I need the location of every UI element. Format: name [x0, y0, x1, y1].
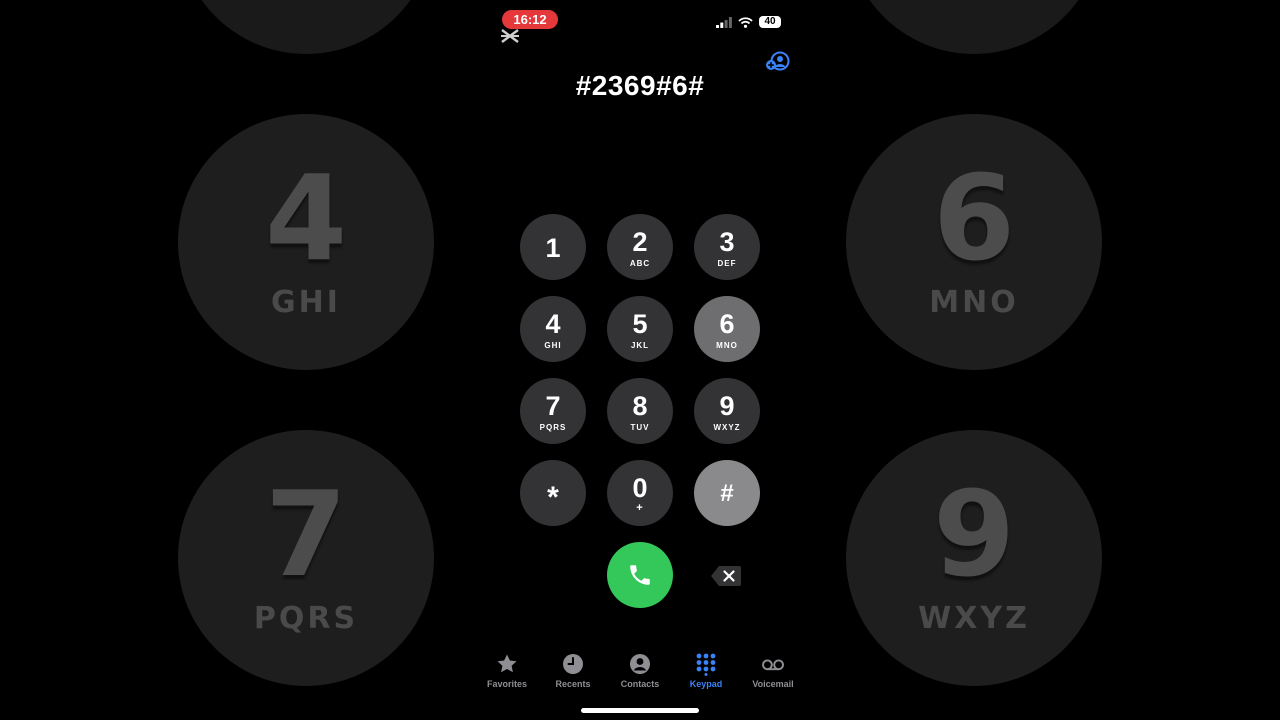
key-digit: 9	[719, 390, 735, 421]
key-digit: 8	[632, 390, 648, 421]
dialed-number: #2369#6#	[575, 70, 705, 101]
background-key-digit: 7	[264, 464, 348, 603]
tab-label: Keypad	[689, 679, 723, 689]
key-letters: MNO	[716, 340, 738, 350]
battery-indicator: 40	[759, 16, 781, 28]
background-key-letters: PQRS	[253, 600, 359, 636]
call-button[interactable]	[607, 542, 673, 608]
key-0[interactable]: 0 +	[607, 460, 673, 526]
key-8[interactable]: 8 TUV	[607, 378, 673, 444]
key-letters: PQRS	[539, 422, 567, 432]
key-2[interactable]: 2 ABC	[607, 214, 673, 280]
key-letters: DEF	[717, 258, 737, 268]
key-9[interactable]: 9 WXYZ	[694, 378, 760, 444]
voicemail-icon	[762, 659, 784, 671]
background-key-9: 9 WXYZ	[846, 430, 1102, 686]
key-6[interactable]: 6 MNO	[694, 296, 760, 362]
add-contact-icon[interactable]	[765, 50, 791, 72]
phone-icon	[630, 565, 650, 585]
key-digit: 6	[719, 308, 735, 339]
clock-icon	[563, 654, 583, 674]
key-letters: GHI	[544, 340, 562, 350]
background-partial-key-top-right	[846, 0, 1102, 54]
background-key-letters: WXYZ	[918, 600, 1030, 636]
wifi-icon	[738, 16, 753, 28]
delete-button[interactable]	[710, 565, 742, 587]
capcut-icon	[501, 29, 519, 43]
key-7[interactable]: 7 PQRS	[520, 378, 586, 444]
key-digit: 4	[545, 308, 561, 339]
tab-label: Favorites	[486, 679, 528, 689]
keypad-icon	[696, 653, 716, 676]
tab-recents[interactable]: Recents	[542, 652, 604, 692]
key-digit: 5	[632, 308, 648, 339]
key-digit: 0	[632, 472, 648, 503]
background-key-digit: 9	[932, 464, 1016, 603]
tab-contacts[interactable]: Contacts	[609, 652, 671, 692]
key-hash[interactable]: #	[694, 460, 760, 526]
background-key-digit: 6	[932, 148, 1016, 287]
key-letters: +	[636, 501, 644, 514]
key-letters: ABC	[629, 258, 651, 268]
signal-icon	[716, 16, 732, 28]
tab-label: Voicemail	[752, 679, 794, 689]
key-digit: #	[720, 480, 734, 507]
key-star[interactable]: *	[520, 460, 586, 526]
person-icon	[630, 654, 650, 674]
star-icon	[497, 654, 517, 673]
home-indicator[interactable]	[581, 708, 699, 713]
phone-screen: 16:12 40 #2369#6# 1 2 ABC 3 DEF 4 GHI 5 …	[480, 0, 800, 720]
status-indicators: 40	[716, 14, 781, 30]
key-4[interactable]: 4 GHI	[520, 296, 586, 362]
key-5[interactable]: 5 JKL	[607, 296, 673, 362]
key-digit: 2	[632, 226, 648, 257]
tab-keypad[interactable]: Keypad	[675, 652, 737, 692]
key-digit: *	[547, 481, 559, 514]
background-key-digit: 4	[264, 148, 348, 287]
key-3[interactable]: 3 DEF	[694, 214, 760, 280]
background-key-6: 6 MNO	[846, 114, 1102, 370]
key-digit: 3	[719, 226, 735, 257]
tab-label: Contacts	[620, 679, 660, 689]
background-key-7: 7 PQRS	[178, 430, 434, 686]
tab-label: Recents	[555, 679, 591, 689]
background-key-4: 4 GHI	[178, 114, 434, 370]
key-letters: TUV	[630, 422, 650, 432]
key-letters: JKL	[630, 340, 650, 350]
key-digit: 1	[545, 232, 561, 263]
tab-bar: Favorites Recents Contacts Keypad Voicem…	[480, 652, 800, 692]
key-letters: WXYZ	[713, 422, 741, 432]
key-1[interactable]: 1	[520, 214, 586, 280]
background-key-letters: MNO	[929, 284, 1019, 320]
key-digit: 7	[545, 390, 561, 421]
background-partial-key-top-left	[178, 0, 434, 54]
background-key-letters: GHI	[271, 284, 341, 320]
tab-favorites[interactable]: Favorites	[476, 652, 538, 692]
tab-voicemail[interactable]: Voicemail	[742, 652, 804, 692]
